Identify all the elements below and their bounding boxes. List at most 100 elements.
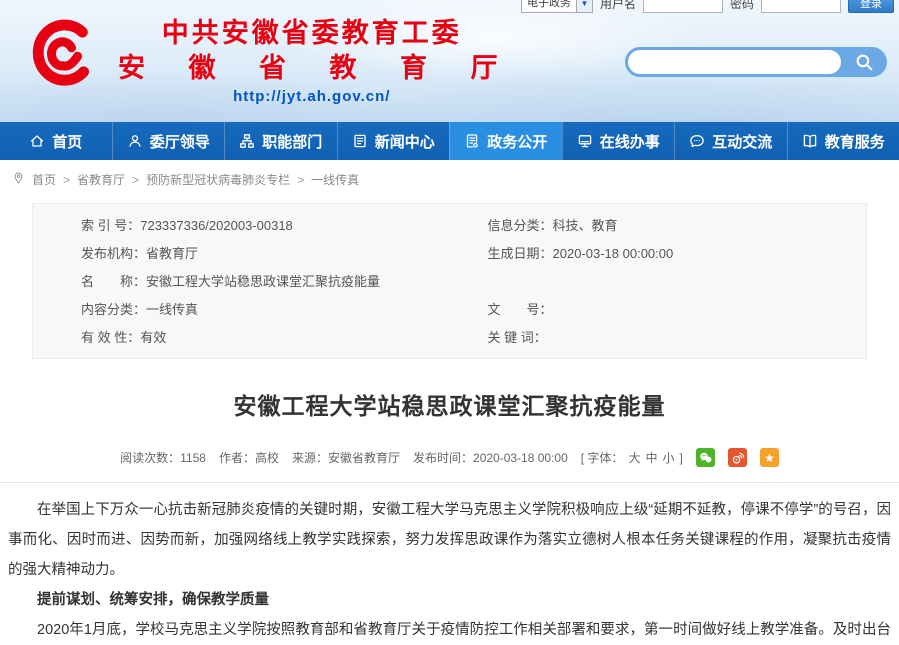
news-icon — [352, 133, 368, 149]
info-label: 关 键 词： — [488, 331, 547, 345]
search-input[interactable] — [628, 50, 841, 74]
password-field[interactable] — [761, 0, 841, 13]
article-subheading: 提前谋划、统筹安排，确保教学质量 — [8, 585, 891, 615]
search-icon — [855, 53, 874, 72]
breadcrumb: 首页 > 省教育厅 > 预防新型冠状病毒肺炎专栏 > 一线传真 — [0, 160, 899, 197]
info-cell-content-category: 内容分类： 一线传真 — [33, 296, 450, 324]
breadcrumb-separator: > — [63, 173, 70, 187]
article-meta: 阅读次数：1158 作者：高校 来源：安徽省教育厅 发布时间：2020-03-1… — [0, 448, 899, 467]
info-cell-info-category: 信息分类： 科技、教育 — [450, 212, 867, 240]
breadcrumb-item-home[interactable]: 首页 — [32, 171, 56, 188]
egov-dropdown-value[interactable]: 电子政务 — [521, 0, 577, 13]
nav-item-online-services[interactable]: 在线办事 — [562, 122, 675, 160]
document-icon — [464, 133, 480, 149]
info-cell-title: 名 称： 安徽工程大学站稳思政课堂汇聚抗疫能量 — [33, 268, 450, 296]
info-row: 发布机构： 省教育厅 生成日期： 2020-03-18 00:00:00 — [33, 240, 866, 268]
search-button[interactable] — [841, 47, 887, 77]
open-book-icon — [802, 133, 818, 149]
sitemap-icon — [239, 133, 255, 149]
publish-time: 发布时间：2020-03-18 00:00 — [413, 449, 568, 466]
nav-item-news[interactable]: 新闻中心 — [337, 122, 450, 160]
info-cell-publisher: 发布机构： 省教育厅 — [33, 240, 450, 268]
share-weibo-button[interactable] — [728, 448, 747, 467]
font-size-small[interactable]: 小 — [662, 449, 674, 466]
nav-item-education-services[interactable]: 教育服务 — [787, 122, 899, 160]
chat-bubble-icon — [689, 133, 705, 149]
home-icon — [29, 133, 45, 149]
info-value: 科技、教育 — [553, 219, 618, 233]
info-row: 索 引 号： 723337336/202003-00318 信息分类： 科技、教… — [33, 212, 866, 240]
font-size-suffix: ] — [679, 451, 682, 465]
article-body: 在举国上下万众一心抗击新冠肺炎疫情的关键时期，安徽工程大学马克思主义学院积极响应… — [0, 483, 899, 645]
nav-item-departments[interactable]: 职能部门 — [224, 122, 337, 160]
location-pin-icon — [12, 171, 25, 188]
person-icon — [127, 133, 143, 149]
nav-item-label: 首页 — [52, 131, 82, 152]
org-title-line1: 中共安徽省委教育工委 — [108, 16, 516, 50]
nav-item-label: 教育服务 — [825, 131, 885, 152]
font-size-large[interactable]: 大 — [628, 449, 640, 466]
nav-item-label: 在线办事 — [600, 131, 660, 152]
login-button[interactable]: 登录 — [848, 0, 894, 13]
nav-item-label: 委厅领导 — [150, 131, 210, 152]
nav-item-leaders[interactable]: 委厅领导 — [112, 122, 225, 160]
info-label: 文 号： — [488, 303, 553, 317]
monitor-icon — [577, 133, 593, 149]
nav-item-label: 新闻中心 — [375, 131, 435, 152]
info-value: 2020-03-18 00:00:00 — [553, 247, 674, 261]
star-icon: ★ — [764, 452, 775, 464]
page: 电子政务 ▼ 用户名 密码 登录 中共安徽省委教育工委 安 徽 省 教 育 厅 … — [0, 0, 899, 645]
info-cell-empty — [450, 268, 867, 296]
favorite-star-button[interactable]: ★ — [760, 448, 779, 467]
article-paragraph: 在举国上下万众一心抗击新冠肺炎疫情的关键时期，安徽工程大学马克思主义学院积极响应… — [8, 495, 891, 585]
info-label: 信息分类： — [488, 219, 553, 233]
read-count: 阅读次数：1158 — [120, 449, 206, 466]
main-nav: 首页 委厅领导 职能部门 新闻中心 政务公开 — [0, 122, 899, 160]
info-label: 索 引 号： — [81, 219, 140, 233]
site-header: 电子政务 ▼ 用户名 密码 登录 中共安徽省委教育工委 安 徽 省 教 育 厅 … — [0, 0, 899, 122]
nav-item-interaction[interactable]: 互动交流 — [674, 122, 787, 160]
info-value: 723337336/202003-00318 — [140, 219, 293, 233]
breadcrumb-item-current: 一线传真 — [311, 171, 359, 188]
username-field[interactable] — [643, 0, 723, 13]
wechat-icon — [698, 450, 713, 465]
info-label: 有 效 性： — [81, 331, 140, 345]
nav-item-label: 政务公开 — [487, 131, 547, 152]
dropdown-arrow-icon[interactable]: ▼ — [577, 0, 593, 13]
article-paragraph: 2020年1月底，学校马克思主义学院按照教育部和省教育厅关于疫情防控工作相关部署… — [8, 615, 891, 645]
search-box — [625, 47, 887, 77]
weibo-icon — [730, 450, 745, 465]
info-value: 一线传真 — [146, 303, 198, 317]
info-cell-keywords: 关 键 词： — [450, 324, 867, 352]
info-cell-index-number: 索 引 号： 723337336/202003-00318 — [33, 212, 450, 240]
site-branding: 中共安徽省委教育工委 安 徽 省 教 育 厅 http://jyt.ah.gov… — [26, 16, 516, 105]
login-bar: 电子政务 ▼ 用户名 密码 登录 — [521, 0, 894, 15]
breadcrumb-separator: > — [132, 173, 139, 187]
info-row: 内容分类： 一线传真 文 号： — [33, 296, 866, 324]
info-value: 省教育厅 — [146, 247, 198, 261]
breadcrumb-item-dept[interactable]: 省教育厅 — [77, 171, 125, 188]
info-row: 有 效 性： 有效 关 键 词： — [33, 324, 866, 352]
page-title: 安徽工程大学站稳思政课堂汇聚抗疫能量 — [0, 387, 899, 421]
source: 来源：安徽省教育厅 — [292, 449, 400, 466]
info-cell-validity: 有 效 性： 有效 — [33, 324, 450, 352]
egov-dropdown[interactable]: 电子政务 ▼ — [521, 0, 593, 13]
nav-item-disclosure[interactable]: 政务公开 — [449, 122, 562, 160]
info-label: 发布机构： — [81, 247, 146, 261]
font-size-controls: [ 字体： 大 中 小 ] — [581, 449, 683, 466]
author: 作者：高校 — [219, 449, 279, 466]
font-size-medium[interactable]: 中 — [645, 449, 657, 466]
info-label: 内容分类： — [81, 303, 146, 317]
share-wechat-button[interactable] — [696, 448, 715, 467]
org-title-line2: 安 徽 省 教 育 厅 — [108, 50, 516, 86]
site-url[interactable]: http://jyt.ah.gov.cn/ — [108, 88, 516, 105]
breadcrumb-item-column[interactable]: 预防新型冠状病毒肺炎专栏 — [146, 171, 290, 188]
info-cell-generated-date: 生成日期： 2020-03-18 00:00:00 — [450, 240, 867, 268]
info-value: 有效 — [140, 331, 166, 345]
breadcrumb-separator: > — [297, 173, 304, 187]
nav-item-home[interactable]: 首页 — [0, 122, 112, 160]
nav-item-label: 互动交流 — [712, 131, 772, 152]
nav-item-label: 职能部门 — [262, 131, 322, 152]
font-size-prefix: [ 字体： — [581, 449, 624, 466]
info-value: 安徽工程大学站稳思政课堂汇聚抗疫能量 — [146, 275, 380, 289]
